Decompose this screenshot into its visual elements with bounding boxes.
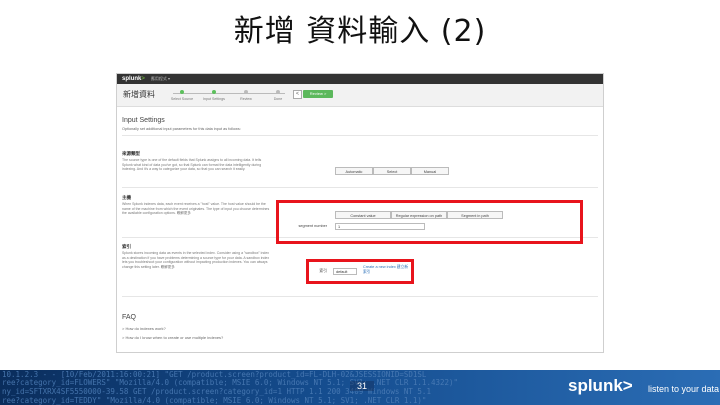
step-dot	[244, 90, 248, 94]
splunk-top-bar: splunk> 應用程式 ▾	[117, 74, 603, 84]
log-line: ree?category_id=TEDDY" "Mozilla/4.0 (com…	[2, 396, 427, 405]
index-text: Splunk stores incoming data as events in…	[122, 251, 270, 269]
step-label: Review	[240, 97, 252, 101]
slide-title: 新增 資料輸入 (2)	[233, 14, 487, 49]
splunk-brand-logo: splunk>	[568, 376, 633, 395]
sourcetype-manual-button[interactable]: Manual	[411, 167, 449, 175]
source-type-heading: 來源類型	[122, 151, 140, 156]
input-settings-description: Optionally set additional input paramete…	[122, 127, 241, 131]
page-number: 31	[350, 381, 374, 391]
brand-tagline: listen to your data	[648, 384, 720, 394]
step-dot	[212, 90, 216, 94]
review-button[interactable]: Review >	[303, 90, 333, 98]
faq-item-indexes[interactable]: > How do indexes work?	[122, 326, 166, 331]
divider	[122, 296, 598, 297]
sourcetype-select-button[interactable]: Select	[373, 167, 411, 175]
input-settings-heading: Input Settings	[122, 117, 165, 124]
divider	[122, 135, 598, 136]
step-dot	[276, 90, 280, 94]
page-header: 新增資料 Select Source Input Settings Review…	[117, 84, 603, 107]
divider	[122, 187, 598, 188]
step-input-settings: Input Settings	[197, 90, 231, 101]
host-highlight-box	[276, 200, 583, 244]
splunk-logo[interactable]: splunk>	[122, 76, 145, 82]
wizard-steps: Select Source Input Settings Review Done	[165, 89, 295, 103]
step-label: Input Settings	[203, 97, 225, 101]
faq-item-multiple-indexes[interactable]: > How do I know when to create or use mu…	[122, 335, 223, 340]
sourcetype-automatic-button[interactable]: Automatic	[335, 167, 373, 175]
index-heading: 索引	[122, 244, 131, 249]
host-text: When Splunk indexes data, each event rec…	[122, 202, 270, 216]
step-select-source: Select Source	[165, 90, 199, 101]
step-done: Done	[261, 90, 295, 101]
step-label: Select Source	[170, 97, 194, 101]
index-highlight-box	[306, 259, 414, 284]
step-label: Done	[273, 97, 283, 101]
host-heading: 主機	[122, 195, 131, 200]
app-menu[interactable]: 應用程式 ▾	[151, 76, 170, 82]
back-button[interactable]: <	[293, 90, 302, 99]
log-line: ree?category_id=FLOWERS" "Mozilla/4.0 (c…	[2, 378, 459, 387]
source-type-text: The source type is one of the default fi…	[122, 158, 262, 172]
footer-banner: 10.1.2.3 - - [10/Feb/2011:16:00:21] "GET…	[0, 370, 720, 405]
step-dot	[180, 90, 184, 94]
page-title: 新增資料	[123, 90, 155, 99]
step-review: Review	[229, 90, 263, 101]
faq-heading: FAQ	[122, 314, 137, 321]
